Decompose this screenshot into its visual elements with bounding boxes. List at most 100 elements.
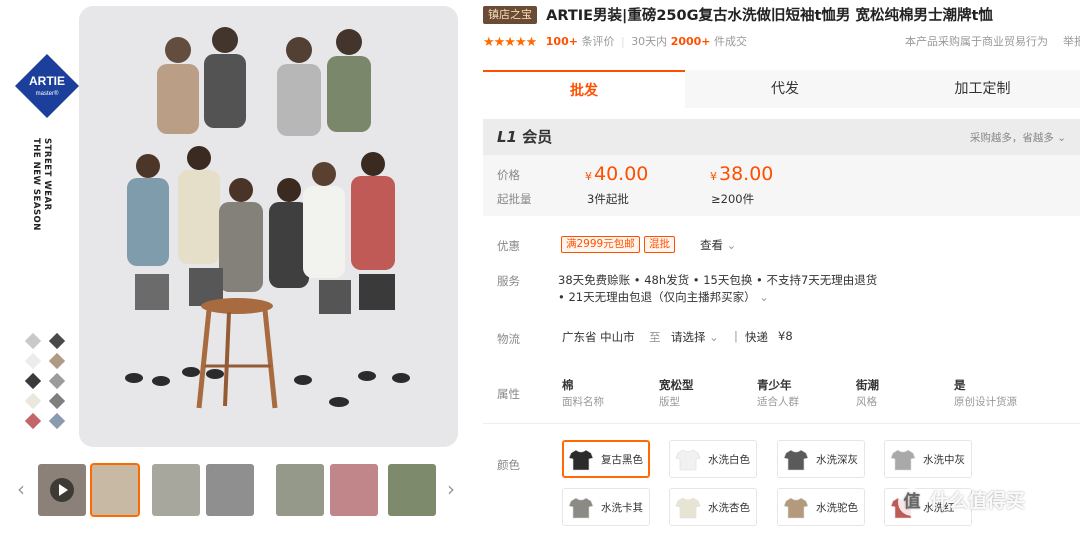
report-link[interactable]: 举报 [1063, 33, 1080, 49]
tab-wholesale[interactable]: 批发 [483, 70, 685, 108]
service-line1: 38天免费赊账 • 48h发货 • 15天包换 • 不支持7天无理由退货 [558, 273, 878, 287]
ship-from: 广东省 中山市 [562, 330, 635, 344]
thumbnail-flat-tee[interactable] [388, 464, 436, 516]
tier2-qty: ≥200件 [711, 192, 755, 206]
color-option[interactable]: 水洗杏色 [669, 488, 757, 526]
attr-key: 版型 [659, 396, 680, 408]
brand-swatch [24, 372, 42, 390]
moq-label: 起批量 [497, 192, 532, 206]
color-option[interactable]: 复古黑色 [562, 440, 650, 478]
attr-key: 原创设计货源 [954, 396, 1017, 408]
logistics-label: 物流 [497, 332, 520, 346]
title-row: 镇店之宝 ARTIE男装|重磅250G复古水洗做旧短袖t恤男 宽松纯棉男士潮牌t… [483, 4, 1080, 26]
tshirt-icon [568, 449, 594, 471]
express-fee: ¥8 [778, 329, 793, 343]
color-option-label: 水洗白色 [708, 454, 750, 466]
chevron-down-icon: ⌄ [759, 290, 769, 304]
color-option[interactable]: 水洗深灰 [777, 440, 865, 478]
thumb-next-arrow-icon[interactable]: › [444, 476, 458, 502]
tab-dropship[interactable]: 代发 [685, 70, 885, 108]
brand-swatch [48, 332, 66, 350]
member-level: L1 会员 [497, 128, 553, 146]
sales-suffix: 件成交 [714, 35, 748, 48]
brand-logo: ARTIE master® [15, 54, 79, 118]
thumbnail-rack[interactable] [206, 464, 254, 516]
color-option-label: 水洗深灰 [816, 454, 858, 466]
purchase-tabs: 批发 代发 加工定制 [483, 70, 1080, 108]
tshirt-icon [675, 449, 701, 471]
tshirt-icon [890, 449, 916, 471]
attr-key: 面料名称 [562, 396, 604, 408]
color-option[interactable]: 水洗白色 [669, 440, 757, 478]
review-label[interactable]: 条评价 [581, 35, 614, 48]
chevron-down-icon: ⌄ [709, 330, 719, 344]
promo-tag-mixed: 混批 [644, 236, 675, 253]
side-text-line2: THE NEW SEASON [31, 138, 41, 231]
color-option-label: 水洗中灰 [923, 454, 965, 466]
color-option[interactable]: 水洗卡其 [562, 488, 650, 526]
thumbnail-pair[interactable] [152, 464, 200, 516]
attr-value: 街潮 [856, 378, 879, 392]
brand-swatch [48, 392, 66, 410]
promo-view-link[interactable]: 查看 ⌄ [700, 237, 736, 253]
divider [483, 423, 1080, 424]
tier2-price: ¥38.00 [710, 163, 774, 185]
tier1-price: ¥40.00 [585, 163, 649, 185]
attr-key: 适合人群 [757, 396, 799, 408]
tab-custom[interactable]: 加工定制 [885, 70, 1080, 108]
chevron-down-icon: ⌄ [726, 238, 737, 252]
attr-value: 青少年 [757, 378, 792, 392]
more-discount-link[interactable]: 采购越多，省越多 ⌄ [970, 130, 1066, 145]
main-product-image[interactable] [79, 6, 458, 447]
brand-color-swatches [24, 332, 69, 430]
product-page: ARTIE master® STREET WEARTHE NEW SEASON [0, 0, 1080, 535]
brand-swatch [48, 352, 66, 370]
thumbnail-strip: ‹ › [14, 462, 460, 518]
thumbnail-group[interactable] [90, 463, 140, 517]
brand-swatch [24, 332, 42, 350]
side-text-line1: STREET WEAR [42, 138, 52, 211]
thumbnail-model-red[interactable] [330, 464, 378, 516]
express-label: 快递 [745, 330, 768, 344]
logo-text: ARTIE [29, 74, 65, 88]
brand-side-text: STREET WEAR THE NEW SEASON [31, 138, 62, 238]
brand-swatch [48, 372, 66, 390]
ship-to-select[interactable]: 请选择 ⌄ [671, 329, 719, 345]
watermark: 值什么值得买 [898, 486, 1078, 526]
attr-value: 是 [954, 378, 966, 392]
attr-value: 宽松型 [659, 378, 694, 392]
ship-to-word: 至 [649, 330, 661, 344]
price-box: L1 会员 采购越多，省越多 ⌄ 价格 起批量 ¥40.00 ¥38.00 3件… [483, 119, 1080, 216]
color-option-label: 水洗杏色 [708, 502, 750, 514]
sales-count: 2000+ [670, 35, 711, 48]
service-label: 服务 [497, 274, 520, 288]
color-option[interactable]: 水洗中灰 [884, 440, 972, 478]
trade-note: 本产品采购属于商业贸易行为 [905, 35, 1048, 48]
promo-label: 优惠 [497, 239, 520, 253]
chevron-down-icon: ⌄ [1057, 132, 1066, 144]
brand-swatch [48, 412, 66, 430]
color-option-label: 水洗驼色 [816, 502, 858, 514]
shop-badge: 镇店之宝 [483, 5, 537, 24]
watermark-text: 什么值得买 [930, 490, 1026, 512]
product-title: ARTIE男装|重磅250G复古水洗做旧短袖t恤男 宽松纯棉男士潮牌t恤 [546, 8, 993, 24]
brand-swatch [24, 412, 42, 430]
tshirt-icon [783, 449, 809, 471]
thumb-prev-arrow-icon[interactable]: ‹ [14, 476, 28, 502]
tier1-qty: 3件起批 [587, 192, 629, 206]
color-option-label: 复古黑色 [601, 454, 643, 466]
logo-sub: master® [36, 90, 59, 97]
rating-stars-icon: ★★★★★ [483, 34, 537, 50]
thumbnail-model-green[interactable] [276, 464, 324, 516]
service-line2[interactable]: • 21天无理由包退（仅向主播邦买家） ⌄ [558, 289, 769, 305]
brand-swatch [24, 392, 42, 410]
thumbnail-video[interactable] [38, 464, 86, 516]
rating-row: ★★★★★ 100+ 条评价 | 30天内 2000+ 件成交 本产品采购属于商… [483, 33, 1080, 51]
tshirt-icon [675, 497, 701, 519]
color-option[interactable]: 水洗驼色 [777, 488, 865, 526]
watermark-logo-icon: 值 [898, 487, 926, 516]
attr-value: 棉 [562, 378, 574, 392]
price-label: 价格 [497, 168, 520, 182]
attr-key: 风格 [856, 396, 877, 408]
review-count[interactable]: 100+ [546, 35, 578, 48]
